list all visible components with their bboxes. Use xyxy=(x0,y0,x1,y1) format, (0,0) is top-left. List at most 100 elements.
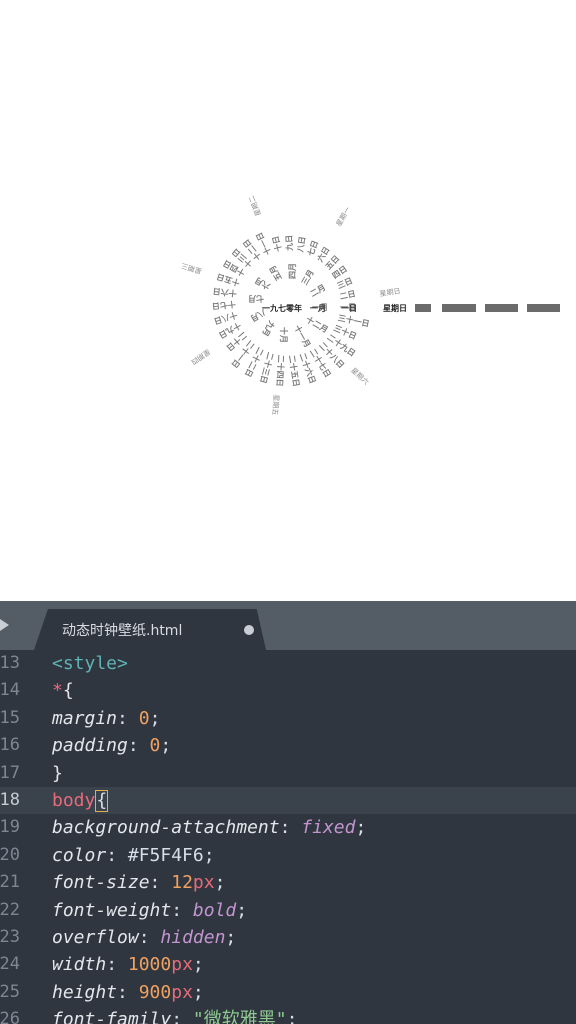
code-token: ; xyxy=(192,981,204,1003)
code-line[interactable]: 20 color: #F5F4F6; xyxy=(0,842,576,869)
code-token: overflow xyxy=(52,927,139,948)
line-number: 22 xyxy=(0,899,20,920)
code-line[interactable]: 19 background-attachment: fixed; xyxy=(0,814,576,841)
hour-text-bar xyxy=(442,304,476,312)
code-token: * xyxy=(52,680,63,702)
code-token: font-weight xyxy=(52,899,172,921)
code-token: ; xyxy=(236,899,248,921)
code-token: margin xyxy=(52,707,118,729)
ring-month-label: 十月 xyxy=(279,327,288,343)
hour-bar xyxy=(415,304,431,312)
code-line[interactable]: 24 width: 1000px; xyxy=(0,951,576,978)
ring-day-label: 二十四日 xyxy=(274,354,286,387)
code-token: px xyxy=(171,954,193,976)
line-source[interactable]: overflow: hidden; xyxy=(52,924,236,951)
weekday-label: 星期日 xyxy=(383,304,407,313)
code-line[interactable]: 13 <style> xyxy=(0,650,576,677)
code-token: : xyxy=(279,817,302,839)
tab-scroll-arrow-icon[interactable] xyxy=(0,619,9,631)
ring-month-label: 四月 xyxy=(288,263,297,279)
code-token: { xyxy=(62,680,74,702)
code-token: : xyxy=(127,735,150,757)
ring-day-label: 二日 xyxy=(338,289,357,302)
code-token: fixed xyxy=(301,817,356,839)
code-token: width xyxy=(52,954,107,976)
code-token: px xyxy=(192,872,215,894)
code-token: 1000 xyxy=(127,954,172,976)
code-token: bold xyxy=(192,899,237,921)
code-token: } xyxy=(52,762,63,784)
code-token: font-family xyxy=(52,1009,172,1024)
code-token: : xyxy=(106,844,128,866)
code-token: ; xyxy=(355,817,367,839)
line-source[interactable]: body{ xyxy=(52,787,109,814)
code-token: : xyxy=(117,707,139,729)
line-number: 18 xyxy=(0,790,20,810)
ring-month-label: 五月 xyxy=(268,263,284,283)
code-token: : xyxy=(117,981,139,1003)
code-area[interactable]: 13 <style> 14 *{15 margin: 0; 16 padding: 0; 17… xyxy=(0,650,576,1024)
ring-month-label: 七月 xyxy=(248,294,264,303)
second-bar xyxy=(527,304,560,312)
code-token: 0 xyxy=(149,735,161,757)
line-source[interactable]: margin: 0; xyxy=(52,705,160,732)
code-line[interactable]: 22 font-weight: bold; xyxy=(0,897,576,924)
ring-day-label: 九日 xyxy=(284,234,295,252)
line-source[interactable]: font-size: 12px; xyxy=(52,869,225,896)
line-source[interactable]: width: 1000px; xyxy=(52,951,204,978)
ring-month-label: 二月 xyxy=(308,283,328,299)
line-number: 13 xyxy=(0,653,20,673)
code-line[interactable]: 25 height: 900px; xyxy=(0,979,576,1006)
line-source[interactable]: padding: 0; xyxy=(52,732,171,759)
code-line[interactable]: 26 font-family: "微软雅黑"; xyxy=(0,1006,576,1024)
code-line[interactable]: 16 padding: 0; xyxy=(0,732,576,759)
code-token: 900 xyxy=(138,981,172,1003)
ring-week-label: 星期一 xyxy=(334,205,353,228)
line-source[interactable]: background-attachment: fixed; xyxy=(52,814,366,841)
ring-week-label: 星期日 xyxy=(379,287,402,299)
code-token: : xyxy=(138,927,161,948)
ring-month-label: 十一月 xyxy=(292,323,312,350)
ring-week-label: 星期四 xyxy=(189,347,212,366)
line-source[interactable]: font-family: "微软雅黑"; xyxy=(52,1006,297,1024)
ring-week-label: 星期二 xyxy=(247,194,263,217)
code-token: px xyxy=(171,981,193,1003)
line-source[interactable]: <style> xyxy=(52,650,128,677)
tab-title[interactable]: 动态时钟壁纸.html xyxy=(62,620,182,640)
line-source[interactable]: color: #F5F4F6; xyxy=(52,842,215,869)
code-token: <style> xyxy=(52,653,128,674)
day-label: 一日 xyxy=(341,304,357,313)
code-token: 12 xyxy=(171,872,193,894)
year-label: 一九七零年 xyxy=(262,304,302,313)
clock-wallpaper-preview: 一月 二月 三月 四月 五月 六月 七月 八月 九月 十月 十一月 十二月 一日 二日 三日 四日 五日 六日七… xyxy=(0,0,576,600)
code-token: ; xyxy=(214,872,226,894)
code-token: height xyxy=(52,981,118,1003)
line-source[interactable]: height: 900px; xyxy=(52,979,204,1006)
line-number: 21 xyxy=(0,872,20,893)
code-token: body xyxy=(52,790,96,811)
code-token: #F5F4F6 xyxy=(127,844,204,866)
code-token: 0 xyxy=(138,707,150,729)
code-line[interactable]: 14 *{ xyxy=(0,677,576,704)
ring-month-label: 九月 xyxy=(260,319,276,338)
line-number: 15 xyxy=(0,707,20,728)
line-source[interactable]: font-weight: bold; xyxy=(52,897,247,924)
code-line[interactable]: 15 margin: 0; xyxy=(0,705,576,732)
ring-month-label: 六月 xyxy=(253,275,272,291)
minute-bar xyxy=(485,304,518,312)
unsaved-dot-icon[interactable] xyxy=(244,625,254,635)
line-source[interactable]: *{ xyxy=(52,677,74,704)
code-token: : xyxy=(106,954,128,976)
ring-day-label: 十六日 xyxy=(212,286,238,298)
month-label: 一月 xyxy=(310,304,326,313)
code-token: ; xyxy=(225,927,237,948)
line-source[interactable]: } xyxy=(52,760,63,787)
code-line[interactable]: 21 font-size: 12px; xyxy=(0,869,576,896)
code-line[interactable]: 23 overflow: hidden; xyxy=(0,924,576,951)
code-line[interactable]: 18 body{ xyxy=(0,787,576,814)
line-number: 20 xyxy=(0,844,20,865)
code-line[interactable]: 17} xyxy=(0,760,576,787)
ring-week-label: 星期三 xyxy=(180,261,203,275)
line-number: 23 xyxy=(0,927,20,947)
code-token: ; xyxy=(149,707,161,729)
